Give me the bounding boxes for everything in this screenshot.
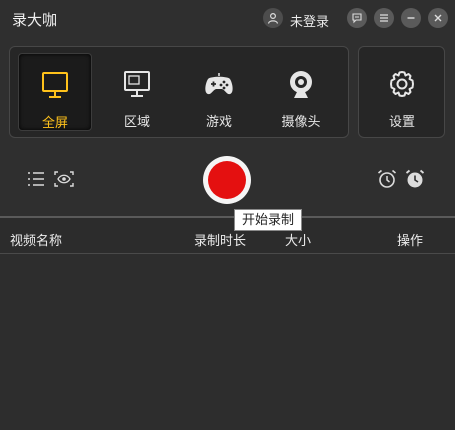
mode-fullscreen-label: 全屏 bbox=[41, 115, 68, 130]
column-size: 大小 bbox=[285, 233, 312, 248]
feedback-icon[interactable] bbox=[347, 8, 367, 28]
record-tooltip: 开始录制 bbox=[234, 209, 302, 231]
column-duration: 录制时长 bbox=[194, 233, 247, 248]
column-video-name: 视频名称 bbox=[10, 233, 63, 248]
mode-webcam-label: 摄像头 bbox=[281, 114, 321, 129]
alarm-clock-icon[interactable] bbox=[376, 168, 398, 190]
preview-eye-icon[interactable] bbox=[54, 170, 74, 188]
app-title: 录大咖 bbox=[12, 12, 58, 29]
record-button[interactable] bbox=[203, 156, 251, 204]
mode-region-label: 区域 bbox=[123, 114, 150, 129]
webcam-icon bbox=[264, 69, 338, 99]
login-status-link[interactable]: 未登录 bbox=[290, 11, 329, 30]
column-actions: 操作 bbox=[397, 233, 424, 248]
settings-label: 设置 bbox=[388, 114, 415, 129]
recordings-table-header: 视频名称 录制时长 大小 操作 bbox=[0, 218, 455, 254]
recordings-list bbox=[0, 254, 455, 430]
capture-modes-panel: 全屏 区域 游戏 摄像头 bbox=[9, 46, 349, 138]
timer-clock-icon[interactable] bbox=[404, 168, 426, 190]
gear-icon bbox=[365, 69, 439, 99]
menu-icon[interactable] bbox=[374, 8, 394, 28]
gamepad-icon bbox=[182, 69, 256, 99]
settings-tile[interactable]: 设置 bbox=[365, 53, 439, 131]
minimize-icon[interactable] bbox=[401, 8, 421, 28]
mode-game-label: 游戏 bbox=[205, 114, 232, 129]
close-icon[interactable] bbox=[428, 8, 448, 28]
region-monitor-icon bbox=[100, 69, 174, 99]
settings-button[interactable]: 设置 bbox=[358, 46, 445, 138]
monitor-icon bbox=[19, 70, 91, 100]
mode-game[interactable]: 游戏 bbox=[182, 53, 256, 131]
record-dot-icon bbox=[208, 161, 246, 199]
list-view-icon[interactable] bbox=[26, 170, 46, 188]
mode-fullscreen[interactable]: 全屏 bbox=[18, 53, 92, 131]
mode-region[interactable]: 区域 bbox=[100, 53, 174, 131]
title-bar: 录大咖 未登录 bbox=[0, 0, 455, 36]
mode-webcam[interactable]: 摄像头 bbox=[264, 53, 338, 131]
user-avatar-icon[interactable] bbox=[263, 8, 283, 28]
